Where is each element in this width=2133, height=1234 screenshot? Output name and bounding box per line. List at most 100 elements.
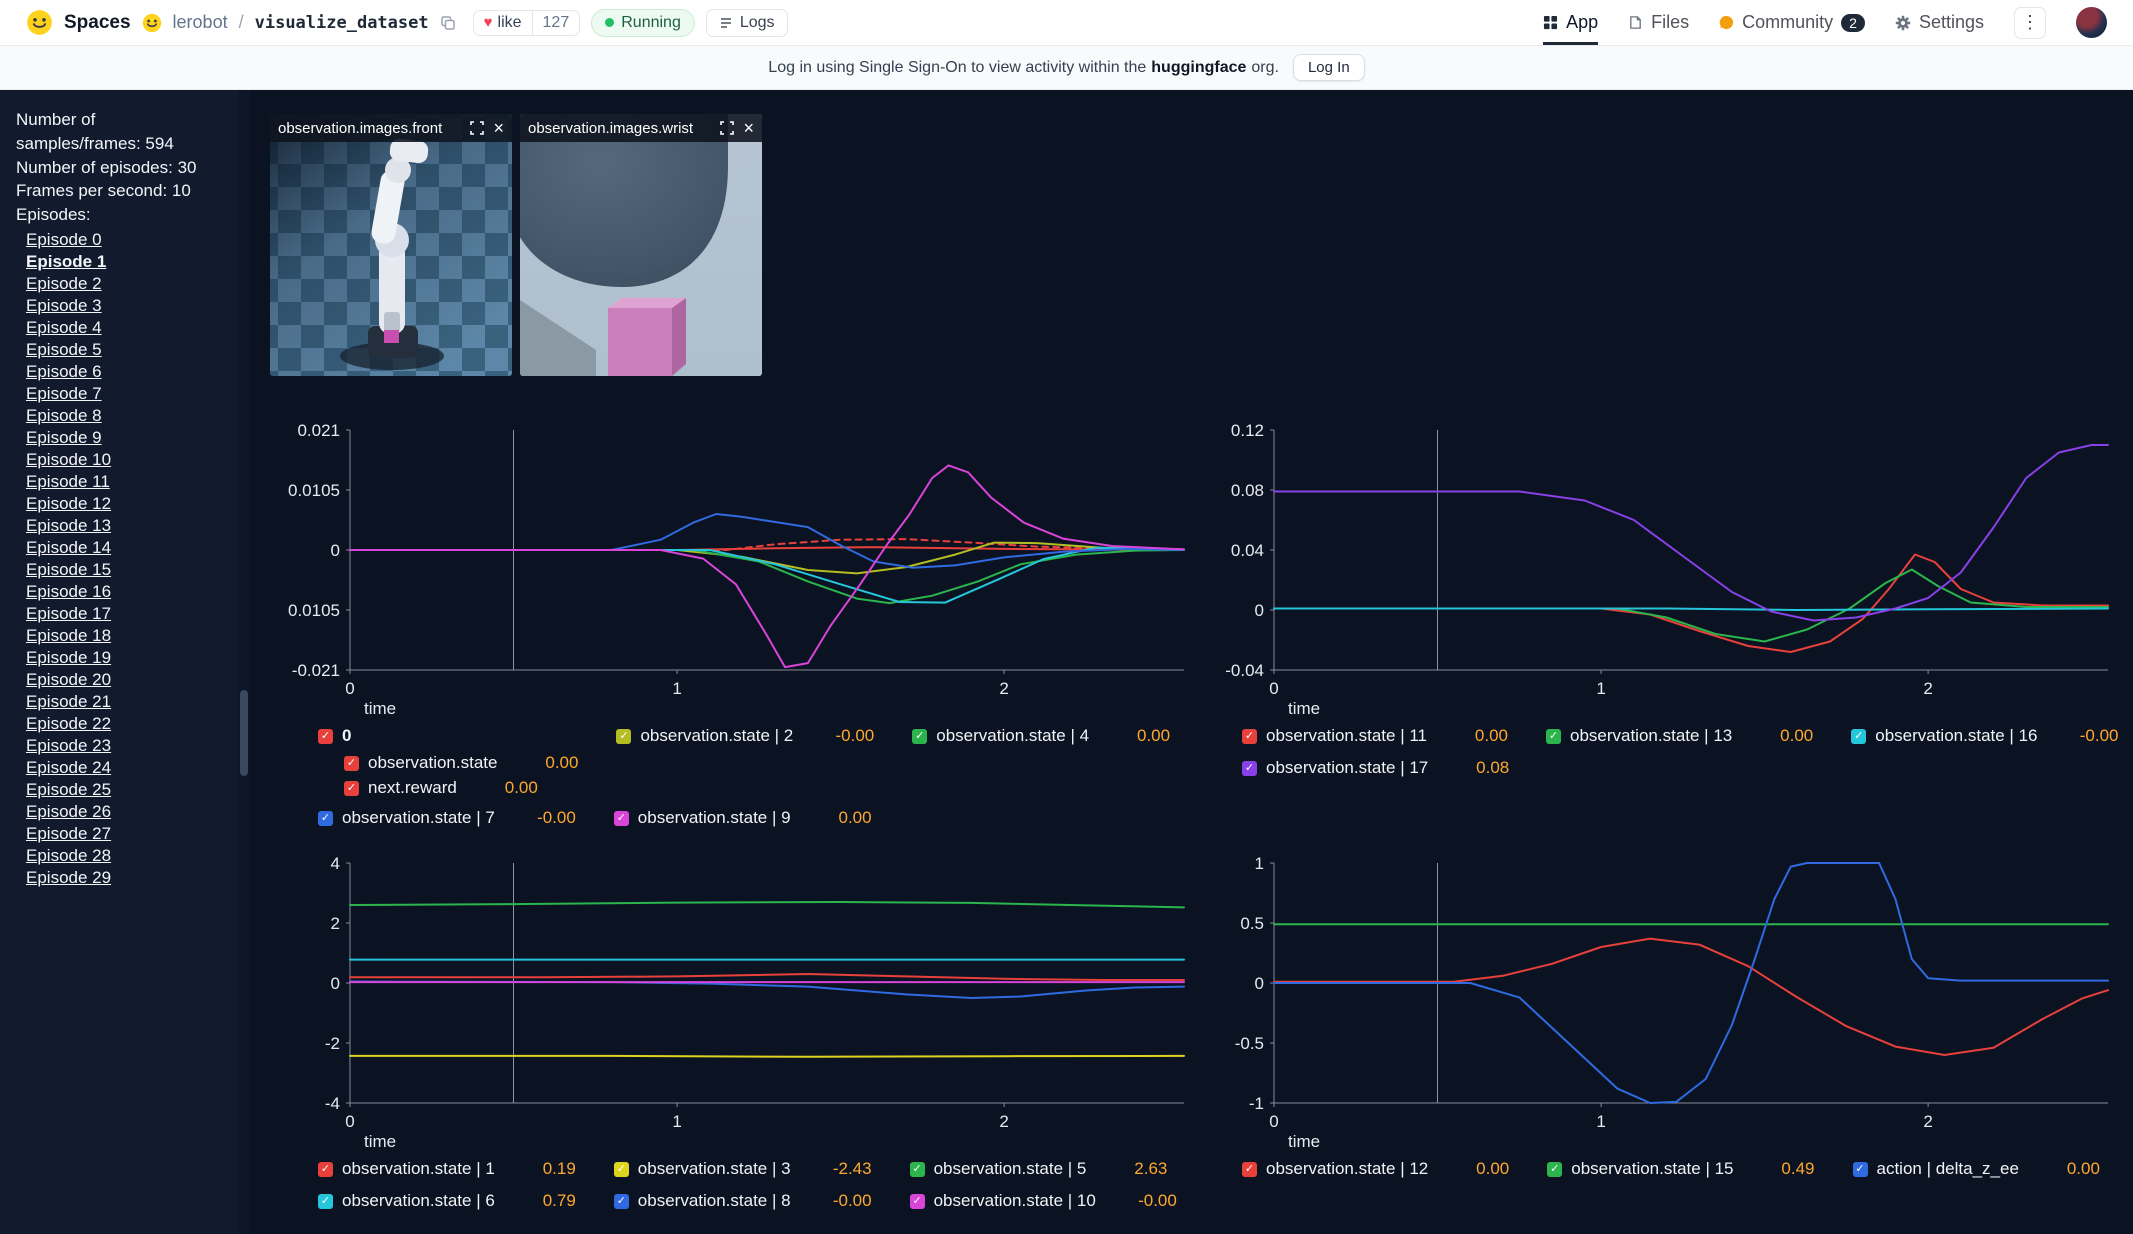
like-button[interactable]: ♥ like — [474, 11, 532, 35]
sidebar-item-episode-19[interactable]: Episode 19 — [26, 647, 224, 669]
sidebar-item-episode-17[interactable]: Episode 17 — [26, 603, 224, 625]
chart-plot[interactable]: 420-2-4012time — [278, 851, 1198, 1151]
svg-text:-1: -1 — [1249, 1094, 1264, 1113]
sidebar-item-episode-8[interactable]: Episode 8 — [26, 405, 224, 427]
video-panel-front[interactable]: observation.images.front × — [270, 114, 512, 376]
copy-icon[interactable] — [440, 15, 456, 31]
series-checkbox[interactable]: ✓ — [614, 1162, 629, 1177]
tab-files[interactable]: Files — [1628, 0, 1689, 45]
chart-panel-bottom-left: 420-2-4012time ✓observation.state | 10.1… — [278, 851, 1198, 1213]
status-dot-icon — [605, 18, 614, 27]
series-checkbox[interactable]: ✓ — [1546, 729, 1561, 744]
sidebar-item-episode-24[interactable]: Episode 24 — [26, 757, 224, 779]
series-checkbox[interactable]: ✓ — [1242, 761, 1257, 776]
svg-text:1: 1 — [672, 679, 681, 698]
legend-row: ✓observation.state | 7-0.00✓observation.… — [318, 806, 1198, 830]
chart-plot[interactable]: 0.0210.010500.0105-0.021012time — [278, 418, 1198, 718]
episodes-heading: Episodes: — [16, 203, 224, 227]
running-status-badge[interactable]: Running — [591, 9, 695, 37]
series-checkbox[interactable]: ✓ — [318, 729, 333, 744]
close-icon[interactable]: × — [493, 119, 504, 137]
sidebar-item-episode-20[interactable]: Episode 20 — [26, 669, 224, 691]
sidebar-item-episode-13[interactable]: Episode 13 — [26, 515, 224, 537]
series-checkbox[interactable]: ✓ — [1853, 1162, 1868, 1177]
sidebar-item-episode-26[interactable]: Episode 26 — [26, 801, 224, 823]
tab-community-label: Community — [1742, 12, 1833, 33]
sidebar-item-episode-15[interactable]: Episode 15 — [26, 559, 224, 581]
sidebar-item-episode-27[interactable]: Episode 27 — [26, 823, 224, 845]
tab-settings[interactable]: Settings — [1895, 0, 1984, 45]
legend-item: ✓observation.state0.00 — [344, 751, 578, 775]
spaces-brand[interactable]: Spaces — [64, 12, 131, 34]
sidebar-scrollbar[interactable] — [238, 90, 250, 1234]
sidebar-item-episode-12[interactable]: Episode 12 — [26, 493, 224, 515]
sidebar-item-episode-16[interactable]: Episode 16 — [26, 581, 224, 603]
sidebar-item-episode-18[interactable]: Episode 18 — [26, 625, 224, 647]
sidebar-item-episode-21[interactable]: Episode 21 — [26, 691, 224, 713]
chart-plot[interactable]: 10.50-0.5-1012time — [1202, 851, 2122, 1151]
series-checkbox[interactable]: ✓ — [1242, 729, 1257, 744]
like-count[interactable]: 127 — [532, 11, 580, 35]
legend-item: ✓observation.state | 40.00 — [912, 724, 1170, 748]
login-button[interactable]: Log In — [1293, 54, 1365, 81]
sidebar-item-episode-23[interactable]: Episode 23 — [26, 735, 224, 757]
series-checkbox[interactable]: ✓ — [910, 1162, 925, 1177]
sidebar-item-episode-9[interactable]: Episode 9 — [26, 427, 224, 449]
sidebar-item-episode-3[interactable]: Episode 3 — [26, 295, 224, 317]
series-checkbox[interactable]: ✓ — [614, 811, 629, 826]
tab-community[interactable]: Community 2 — [1719, 0, 1865, 45]
video-title-bar: observation.images.wrist × — [520, 114, 762, 142]
x-axis-label: time — [1288, 699, 1320, 718]
video-frame-wrist — [520, 114, 762, 376]
video-frame-front — [270, 114, 512, 376]
org-link[interactable]: lerobot — [173, 12, 228, 33]
sidebar-item-episode-2[interactable]: Episode 2 — [26, 273, 224, 295]
series-checkbox[interactable]: ✓ — [616, 729, 631, 744]
series-checkbox[interactable]: ✓ — [614, 1194, 629, 1209]
logs-button[interactable]: Logs — [706, 9, 788, 37]
sidebar-item-episode-25[interactable]: Episode 25 — [26, 779, 224, 801]
tab-files-label: Files — [1651, 12, 1689, 33]
sidebar-item-episode-1[interactable]: Episode 1 — [26, 251, 224, 273]
series-checkbox[interactable]: ✓ — [344, 781, 359, 796]
chart-plot[interactable]: 0.120.080.040-0.04012time — [1202, 418, 2122, 718]
series-checkbox[interactable]: ✓ — [318, 811, 333, 826]
series-checkbox[interactable]: ✓ — [344, 756, 359, 771]
svg-text:0.08: 0.08 — [1231, 481, 1264, 500]
series-label: action | delta_z_ee — [1877, 1159, 2019, 1179]
close-icon[interactable]: × — [743, 119, 754, 137]
tab-app[interactable]: App — [1543, 0, 1598, 45]
series-checkbox[interactable]: ✓ — [1547, 1162, 1562, 1177]
user-avatar[interactable] — [2076, 7, 2107, 38]
tab-settings-label: Settings — [1919, 12, 1984, 33]
legend-item: ✓0 — [318, 724, 578, 748]
sidebar: Number of samples/frames: 594 Number of … — [0, 90, 238, 1234]
sidebar-item-episode-10[interactable]: Episode 10 — [26, 449, 224, 471]
svg-text:1: 1 — [1255, 854, 1264, 873]
series-checkbox[interactable]: ✓ — [318, 1194, 333, 1209]
space-name-link[interactable]: visualize_dataset — [255, 13, 429, 33]
series-checkbox[interactable]: ✓ — [1851, 729, 1866, 744]
sidebar-item-episode-11[interactable]: Episode 11 — [26, 471, 224, 493]
series-checkbox[interactable]: ✓ — [910, 1194, 925, 1209]
scrollbar-thumb[interactable] — [240, 690, 248, 776]
sidebar-item-episode-7[interactable]: Episode 7 — [26, 383, 224, 405]
sidebar-item-episode-28[interactable]: Episode 28 — [26, 845, 224, 867]
sidebar-item-episode-22[interactable]: Episode 22 — [26, 713, 224, 735]
sidebar-item-episode-6[interactable]: Episode 6 — [26, 361, 224, 383]
series-label: observation.state | 11 — [1266, 726, 1427, 746]
sidebar-item-episode-5[interactable]: Episode 5 — [26, 339, 224, 361]
sidebar-item-episode-29[interactable]: Episode 29 — [26, 867, 224, 889]
kebab-menu-button[interactable]: ⋮ — [2014, 7, 2046, 39]
expand-icon[interactable] — [470, 121, 484, 135]
series-label: observation.state | 2 — [640, 726, 793, 746]
series-checkbox[interactable]: ✓ — [1242, 1162, 1257, 1177]
huggingface-logo-icon[interactable] — [26, 9, 53, 36]
sidebar-item-episode-0[interactable]: Episode 0 — [26, 229, 224, 251]
series-checkbox[interactable]: ✓ — [318, 1162, 333, 1177]
expand-icon[interactable] — [720, 121, 734, 135]
video-panel-wrist[interactable]: observation.images.wrist × — [520, 114, 762, 376]
sidebar-item-episode-14[interactable]: Episode 14 — [26, 537, 224, 559]
sidebar-item-episode-4[interactable]: Episode 4 — [26, 317, 224, 339]
series-checkbox[interactable]: ✓ — [912, 729, 927, 744]
